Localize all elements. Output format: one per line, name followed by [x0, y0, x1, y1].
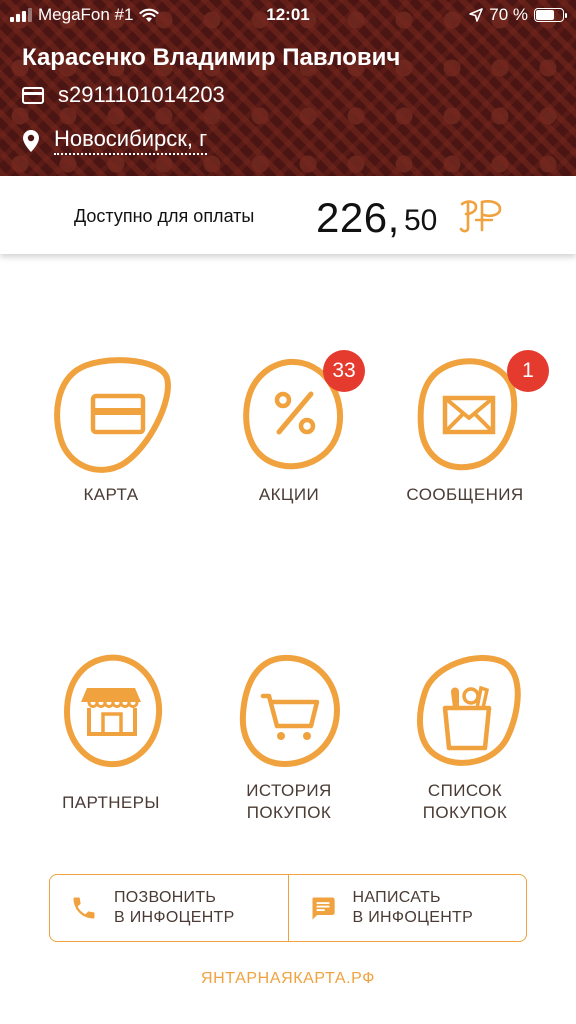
status-right: 70 % — [469, 5, 567, 25]
user-name: Карасенко Владимир Павлович — [22, 44, 401, 71]
menu-shopping-list-line1: СПИСОК — [427, 781, 503, 800]
promos-count-badge: 33 — [323, 350, 365, 392]
menu-shopping-list[interactable]: СПИСОК ПОКУПОК — [390, 652, 540, 824]
chat-icon — [312, 897, 335, 920]
write-line2: В ИНФОЦЕНТР — [352, 909, 474, 926]
menu-partners-label: ПАРТНЕРЫ — [62, 793, 160, 812]
menu-shopping-list-label: СПИСОК ПОКУПОК — [390, 780, 540, 824]
menu-promos-label: АКЦИИ — [258, 485, 320, 504]
balance-fraction: 50 — [404, 204, 438, 237]
profile-header: MegaFon #1 12:01 70 % Карасенко Владимир… — [0, 0, 576, 176]
store-icon — [64, 654, 163, 768]
write-infocenter-label: НАПИСАТЬ В ИНФОЦЕНТР — [353, 888, 474, 928]
menu-history-line2: ПОКУПОК — [246, 803, 332, 822]
city-link[interactable]: Новосибирск, г — [54, 126, 208, 155]
messages-count-badge: 1 — [507, 350, 549, 392]
location-arrow-icon — [469, 8, 484, 22]
menu-shopping-list-line2: ПОКУПОК — [422, 803, 508, 822]
card-icon — [54, 357, 171, 473]
status-bar: MegaFon #1 12:01 70 % — [0, 0, 576, 30]
call-infocenter-button[interactable]: ПОЗВОНИТЬ В ИНФОЦЕНТР — [50, 875, 288, 941]
phone-icon — [73, 897, 95, 919]
card-number: s2911101014203 — [58, 82, 225, 107]
location-pin-icon — [23, 129, 39, 152]
write-infocenter-button[interactable]: НАПИСАТЬ В ИНФОЦЕНТР — [287, 875, 527, 941]
menu-card[interactable]: КАРТА — [36, 356, 186, 506]
amber-ruble-logo-icon — [459, 200, 502, 233]
write-line1: НАПИСАТЬ — [352, 889, 441, 906]
menu-partners[interactable]: ПАРТНЕРЫ — [36, 652, 186, 814]
cart-icon — [239, 654, 340, 767]
city-row[interactable]: Новосибирск, г — [22, 126, 208, 155]
call-line1: ПОЗВОНИТЬ — [114, 889, 217, 906]
menu-history-line1: ИСТОРИЯ — [246, 781, 332, 800]
card-icon — [22, 86, 44, 104]
balance-label: Доступно для оплаты — [74, 206, 255, 226]
battery-percent: 70 % — [489, 5, 528, 24]
balance-integer: 226, — [316, 194, 400, 241]
battery-fill — [536, 10, 555, 20]
grocery-bag-icon — [417, 655, 521, 766]
call-infocenter-label: ПОЗВОНИТЬ В ИНФОЦЕНТР — [114, 888, 235, 928]
card-number-row: s2911101014203 — [22, 82, 225, 108]
infocenter-actions: ПОЗВОНИТЬ В ИНФОЦЕНТР НАПИСАТЬ В ИНФОЦЕН… — [49, 874, 527, 942]
website-link[interactable]: ЯНТАРНАЯКАРТА.РФ — [0, 970, 576, 988]
menu-history-label: ИСТОРИЯ ПОКУПОК — [214, 780, 364, 824]
call-line2: В ИНФОЦЕНТР — [114, 909, 235, 926]
menu-messages-label: СООБЩЕНИЯ — [406, 485, 524, 504]
menu-history[interactable]: ИСТОРИЯ ПОКУПОК — [214, 652, 364, 824]
menu-card-label: КАРТА — [83, 485, 139, 504]
app-screen: MegaFon #1 12:01 70 % Карасенко Владимир… — [0, 0, 576, 1024]
battery-icon — [534, 8, 567, 22]
